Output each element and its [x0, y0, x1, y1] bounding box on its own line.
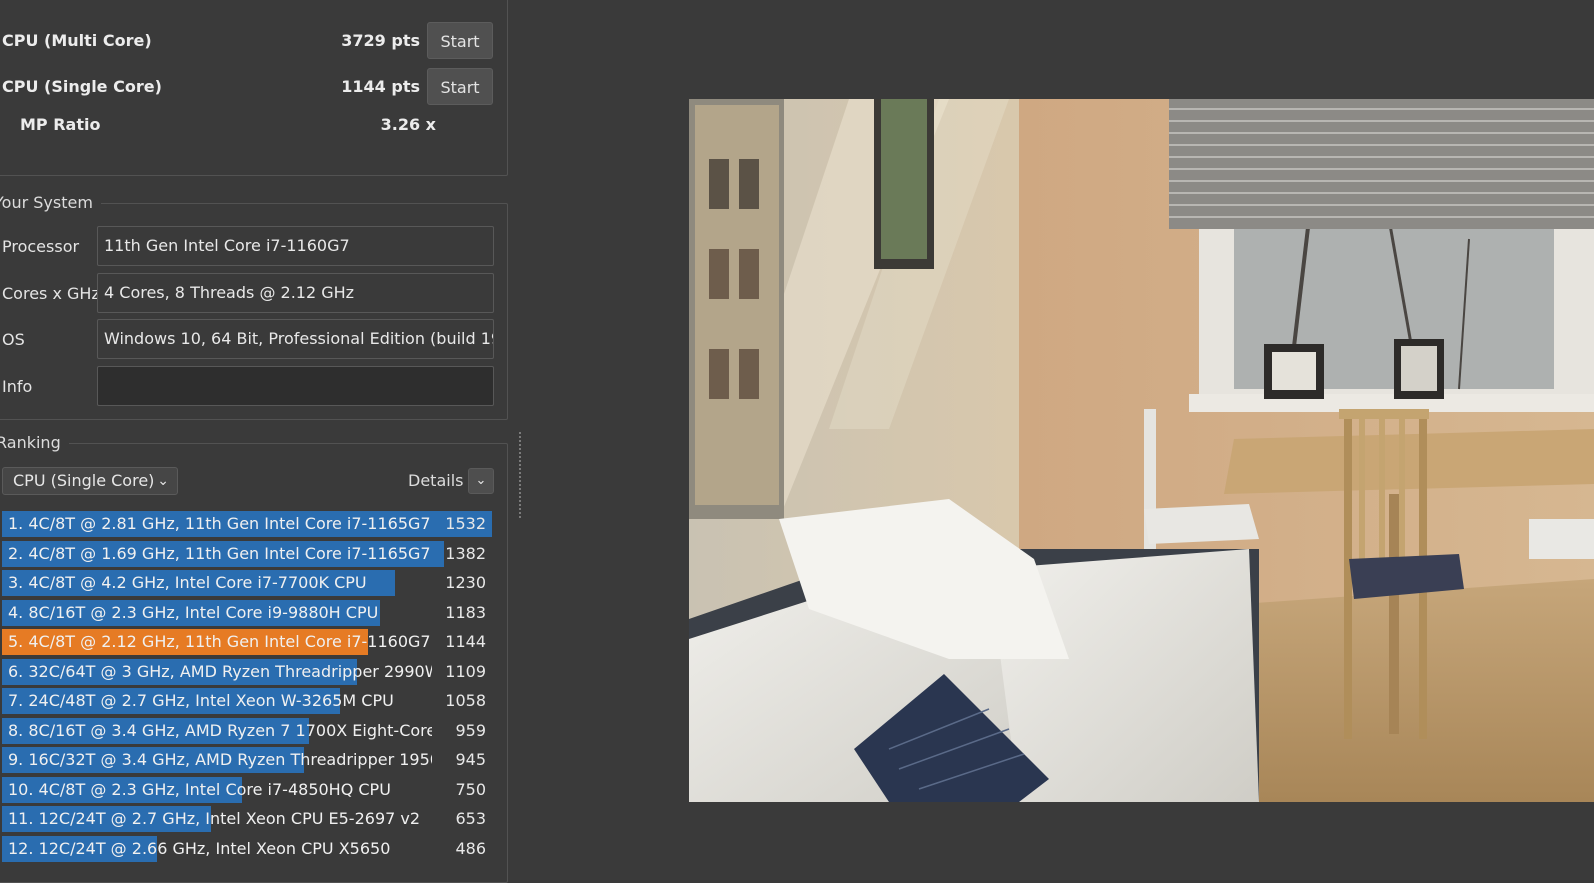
ranking-row-label: 7. 24C/48T @ 2.7 GHz, Intel Xeon W-3265M… — [8, 691, 394, 710]
ranking-row-label: 9. 16C/32T @ 3.4 GHz, AMD Ryzen Threadri… — [8, 750, 432, 769]
chevron-down-icon: ⌄ — [157, 473, 169, 489]
ranking-row-label: 4. 8C/16T @ 2.3 GHz, Intel Core i9-9880H… — [8, 602, 379, 622]
ranking-type-value: CPU (Single Core) — [13, 471, 155, 490]
ranking-row-score: 1382 — [445, 543, 486, 563]
info-field[interactable] — [97, 366, 494, 406]
ranking-row[interactable]: 4. 8C/16T @ 2.3 GHz, Intel Core i9-9880H… — [2, 599, 492, 626]
ranking-row-score: 945 — [455, 750, 486, 769]
processor-label: Processor — [2, 237, 80, 256]
single-core-start-button[interactable]: Start — [427, 68, 493, 105]
ranking-title: Ranking — [0, 433, 69, 453]
multi-core-score: 3729 pts — [341, 31, 420, 50]
single-core-label: CPU (Single Core) — [2, 77, 162, 96]
multi-core-label: CPU (Multi Core) — [2, 31, 152, 50]
ranking-row-label: 1. 4C/8T @ 2.81 GHz, 11th Gen Intel Core… — [8, 514, 432, 533]
ranking-row-score: 959 — [455, 720, 486, 740]
left-panel: CPU (Multi Core) 3729 pts Start CPU (Sin… — [0, 0, 512, 883]
ranking-row-score: 653 — [455, 809, 486, 828]
ranking-row-label: 12. 12C/24T @ 2.66 GHz, Intel Xeon CPU X… — [8, 838, 391, 858]
ranking-row[interactable]: 7. 24C/48T @ 2.7 GHz, Intel Xeon W-3265M… — [2, 688, 492, 714]
ranking-row-score: 1058 — [445, 691, 486, 710]
cores-label: Cores x GHz — [2, 284, 100, 303]
details-label: Details — [408, 471, 464, 490]
single-core-score: 1144 pts — [341, 77, 420, 96]
ranking-row-label: 8. 8C/16T @ 3.4 GHz, AMD Ryzen 7 1700X E… — [8, 720, 432, 740]
details-dropdown-button[interactable]: ⌄ — [468, 468, 494, 494]
chevron-down-icon: ⌄ — [475, 473, 487, 488]
ranking-row[interactable]: 9. 16C/32T @ 3.4 GHz, AMD Ryzen Threadri… — [2, 747, 492, 773]
processor-field[interactable]: 11th Gen Intel Core i7-1160G7 — [97, 226, 494, 266]
your-system-title: Your System — [0, 193, 101, 213]
ranking-row-score: 486 — [455, 838, 486, 858]
ranking-row-score: 1183 — [445, 602, 486, 622]
cores-field[interactable]: 4 Cores, 8 Threads @ 2.12 GHz — [97, 273, 494, 313]
ranking-type-dropdown[interactable]: CPU (Single Core) ⌄ — [2, 467, 178, 495]
ranking-row[interactable]: 1. 4C/8T @ 2.81 GHz, 11th Gen Intel Core… — [2, 511, 492, 537]
mp-ratio-value: 3.26 x — [380, 115, 436, 134]
ranking-row-label: 3. 4C/8T @ 4.2 GHz, Intel Core i7-7700K … — [8, 573, 367, 592]
info-label: Info — [2, 377, 33, 396]
os-field[interactable]: Windows 10, 64 Bit, Professional Edition… — [97, 319, 494, 359]
ranking-row-score: 1532 — [445, 514, 486, 533]
ranking-row-label: 11. 12C/24T @ 2.7 GHz, Intel Xeon CPU E5… — [8, 809, 421, 828]
ranking-row[interactable]: 5. 4C/8T @ 2.12 GHz, 11th Gen Intel Core… — [2, 629, 492, 655]
ranking-row[interactable]: 8. 8C/16T @ 3.4 GHz, AMD Ryzen 7 1700X E… — [2, 717, 492, 744]
mp-ratio-label: MP Ratio — [20, 115, 101, 134]
ranking-row-score: 1109 — [445, 661, 486, 681]
os-label: OS — [2, 330, 25, 349]
ranking-row[interactable]: 3. 4C/8T @ 4.2 GHz, Intel Core i7-7700K … — [2, 570, 492, 596]
panel-splitter-handle[interactable] — [519, 432, 525, 518]
ranking-row-label: 2. 4C/8T @ 1.69 GHz, 11th Gen Intel Core… — [8, 543, 432, 563]
ranking-row-score: 750 — [455, 779, 486, 799]
ranking-row[interactable]: 6. 32C/64T @ 3 GHz, AMD Ryzen Threadripp… — [2, 658, 492, 685]
ranking-row[interactable]: 12. 12C/24T @ 2.66 GHz, Intel Xeon CPU X… — [2, 835, 492, 862]
ranking-row-score: 1144 — [445, 632, 486, 651]
render-output-image — [689, 99, 1594, 802]
ranking-row[interactable]: 11. 12C/24T @ 2.7 GHz, Intel Xeon CPU E5… — [2, 806, 492, 832]
ranking-row[interactable]: 10. 4C/8T @ 2.3 GHz, Intel Core i7-4850H… — [2, 776, 492, 803]
ranking-row-label: 10. 4C/8T @ 2.3 GHz, Intel Core i7-4850H… — [8, 779, 391, 799]
ranking-row[interactable]: 2. 4C/8T @ 1.69 GHz, 11th Gen Intel Core… — [2, 540, 492, 567]
ranking-row-score: 1230 — [445, 573, 486, 592]
ranking-row-label: 6. 32C/64T @ 3 GHz, AMD Ryzen Threadripp… — [8, 661, 432, 681]
multi-core-start-button[interactable]: Start — [427, 22, 493, 59]
ranking-row-label: 5. 4C/8T @ 2.12 GHz, 11th Gen Intel Core… — [8, 632, 431, 651]
